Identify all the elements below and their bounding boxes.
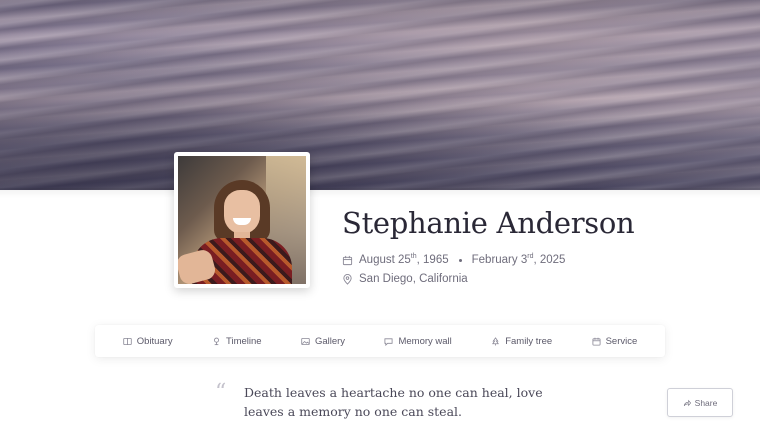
- nav-item-service[interactable]: Service: [592, 335, 638, 347]
- birth-date: August 25th, 1965: [359, 253, 449, 266]
- book-icon: [123, 337, 132, 345]
- nav-item-timeline[interactable]: Timeline: [212, 336, 262, 347]
- share-label: Share: [694, 397, 718, 408]
- share-icon: [683, 399, 691, 406]
- nav-label: Gallery: [314, 335, 346, 347]
- calendar-icon: [592, 337, 601, 346]
- cover-photo: [0, 0, 760, 190]
- calendar-icon: [342, 255, 353, 266]
- nav-label: Memory wall: [398, 335, 452, 347]
- chat-icon: [384, 337, 393, 346]
- nav-item-obituary[interactable]: Obituary: [123, 336, 173, 347]
- cover-divider: [0, 188, 760, 198]
- death-date: February 3rd, 2025: [471, 253, 566, 266]
- nav-label: Service: [605, 335, 638, 347]
- nav-item-gallery[interactable]: Gallery: [301, 336, 345, 347]
- nav-label: Family tree: [505, 335, 553, 347]
- location-pin-icon: [342, 273, 353, 285]
- nav-label: Obituary: [136, 335, 173, 347]
- date-separator: [458, 258, 462, 262]
- location: San Diego, California: [342, 273, 468, 285]
- tree-icon: [492, 336, 500, 346]
- memorial-nav: Obituary Timeline Gallery Memory wall Fa…: [95, 325, 665, 357]
- life-dates: August 25th, 1965 February 3rd, 2025: [342, 253, 566, 266]
- image-icon: [301, 337, 310, 345]
- timeline-icon: [214, 337, 219, 345]
- nav-item-family-tree[interactable]: Family tree: [491, 336, 552, 347]
- memorial-quote: Death leaves a heartache no one can heal…: [244, 385, 543, 419]
- nav-item-memory-wall[interactable]: Memory wall: [384, 335, 452, 347]
- nav-label: Timeline: [226, 335, 262, 347]
- location-text: San Diego, California: [359, 273, 468, 285]
- profile-name: Stephanie Anderson: [342, 206, 635, 240]
- portrait-photo: [178, 156, 306, 284]
- quote-mark-icon: “: [215, 380, 227, 405]
- profile-portrait[interactable]: [174, 152, 310, 288]
- share-button[interactable]: Share: [667, 388, 733, 417]
